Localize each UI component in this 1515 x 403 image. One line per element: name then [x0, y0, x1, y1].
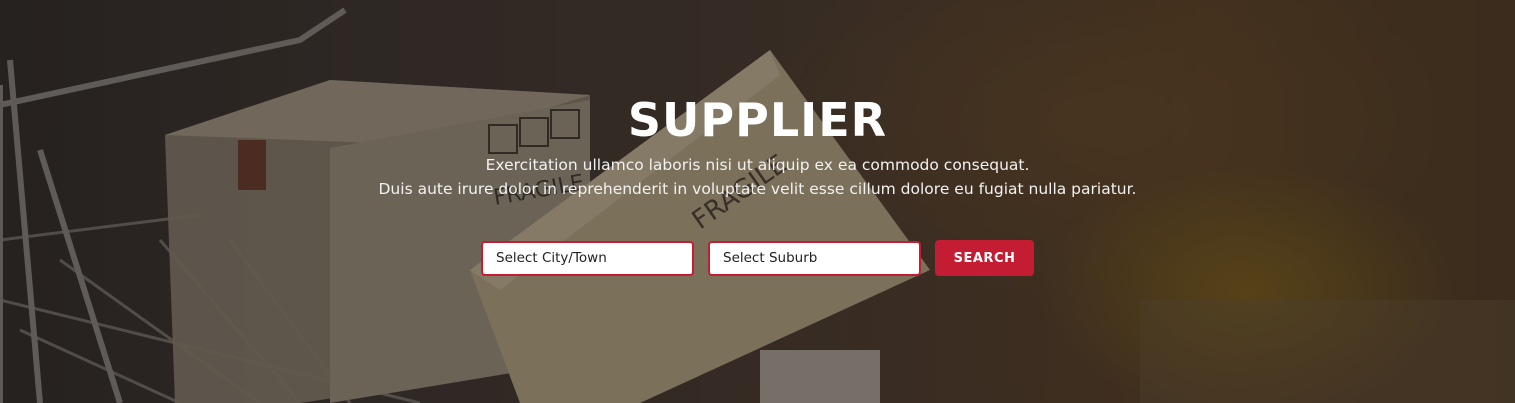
page-title: SUPPLIER [627, 93, 888, 147]
search-button[interactable]: SEARCH [935, 240, 1034, 276]
hero-banner: FRAGILE FRAGILE SUPPLIER Exercitation ul… [0, 0, 1515, 403]
city-town-select[interactable]: Select City/Town [481, 240, 694, 276]
hero-subtitle-line-2: Duis aute irure dolor in reprehenderit i… [378, 180, 1137, 198]
hero-content: SUPPLIER Exercitation ullamco laboris ni… [0, 0, 1515, 403]
search-form: Select City/Town Select Suburb SEARCH [481, 240, 1034, 276]
suburb-select[interactable]: Select Suburb [708, 240, 921, 276]
hero-subtitle: Exercitation ullamco laboris nisi ut ali… [0, 153, 1515, 201]
city-town-select-value: Select City/Town [496, 250, 607, 266]
suburb-select-value: Select Suburb [723, 250, 818, 266]
hero-subtitle-line-1: Exercitation ullamco laboris nisi ut ali… [485, 156, 1030, 174]
